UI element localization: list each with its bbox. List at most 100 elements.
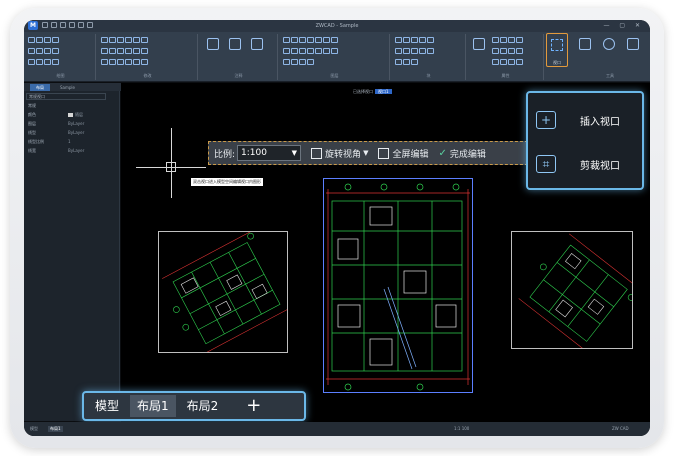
viewport-button-label: 视口 bbox=[553, 60, 561, 65]
viewport-edit-toolbar: 比例: 1:100 ▼ 旋转视角 ▼ 全屏编辑 ✓ 完成编辑 bbox=[208, 141, 528, 165]
status-bar: 模型 布局1 1:1 100 ZW CAD bbox=[24, 422, 650, 436]
match-properties-icon[interactable] bbox=[470, 38, 488, 52]
property-key: 图层 bbox=[28, 121, 36, 126]
linetype-selector[interactable] bbox=[492, 48, 524, 54]
property-row[interactable]: 线型 ByLayer bbox=[26, 130, 116, 137]
table-tool-icon[interactable] bbox=[248, 38, 266, 52]
finish-edit-label: 完成编辑 bbox=[449, 149, 486, 160]
chevron-down-icon: ▼ bbox=[363, 149, 369, 157]
title-bar: M ZWCAD - Sample — ▢ ✕ bbox=[24, 20, 650, 32]
clip-viewport-button[interactable]: ⌗ 剪裁视口 bbox=[536, 149, 636, 179]
settings-gear-icon[interactable] bbox=[600, 38, 618, 52]
property-row[interactable]: 线宽 ByLayer bbox=[26, 148, 116, 155]
ribbon-group-properties: 属性 bbox=[468, 34, 544, 80]
property-value: ByLayer bbox=[68, 130, 85, 135]
lineweight-selector[interactable] bbox=[492, 59, 524, 65]
insert-viewport-button[interactable]: + 插入视口 bbox=[536, 105, 636, 135]
color-selector[interactable] bbox=[492, 37, 524, 43]
status-coordinates: 1:1 100 bbox=[454, 426, 470, 431]
ribbon-group-label: 图层 bbox=[330, 73, 339, 78]
chevron-down-icon: ▼ bbox=[291, 149, 298, 157]
viewport-right[interactable] bbox=[511, 231, 633, 349]
rotate-view-label: 旋转视角 bbox=[325, 149, 362, 160]
text-tool-icon[interactable] bbox=[204, 38, 222, 52]
viewport-status-value: 视口1 bbox=[375, 89, 392, 94]
section-label: 常规 bbox=[28, 103, 36, 108]
crosshair-pickbox bbox=[166, 162, 176, 172]
app-screen: M ZWCAD - Sample — ▢ ✕ 绘图 修改 注释 图层 块 属性 … bbox=[24, 20, 650, 436]
object-type-dropdown[interactable]: 常规视口 bbox=[26, 93, 106, 100]
rotate-view-button[interactable]: 旋转视角 ▼ bbox=[311, 147, 368, 160]
customize-tool-icon[interactable] bbox=[624, 38, 642, 52]
property-key: 线型比例 bbox=[28, 139, 44, 144]
property-row[interactable]: 图层 ByLayer bbox=[26, 121, 116, 128]
device-frame: M ZWCAD - Sample — ▢ ✕ 绘图 修改 注释 图层 块 属性 … bbox=[10, 8, 664, 448]
tab-layout[interactable]: 布局 bbox=[30, 84, 50, 91]
window-controls[interactable]: — ▢ ✕ bbox=[603, 22, 644, 29]
rotate-tool-icon[interactable] bbox=[101, 59, 149, 65]
edit-block-icon[interactable] bbox=[395, 59, 419, 65]
ribbon-group-label: 块 bbox=[426, 73, 431, 78]
finish-edit-button[interactable]: ✓ 完成编辑 bbox=[438, 147, 485, 160]
tab-layout2[interactable]: 布局2 bbox=[180, 395, 226, 417]
status-tab-layout1[interactable]: 布局1 bbox=[48, 426, 63, 432]
property-row[interactable]: 线型比例 1 bbox=[26, 139, 116, 146]
clip-viewport-icon: ⌗ bbox=[536, 155, 556, 173]
property-value-text: 随层 bbox=[75, 112, 83, 117]
ribbon-group-label: 工具 bbox=[606, 73, 614, 78]
property-key: 线宽 bbox=[28, 148, 36, 153]
polyline-tool-icon[interactable] bbox=[28, 48, 60, 54]
property-value: 随层 bbox=[68, 112, 83, 118]
properties-section-header[interactable]: 常规 bbox=[26, 103, 116, 110]
copy-tool-icon[interactable] bbox=[101, 48, 149, 54]
ribbon-group-tools: 工具 bbox=[572, 34, 648, 80]
ribbon-group-modify: 修改 bbox=[98, 34, 198, 80]
ribbon-group-label: 绘图 bbox=[56, 73, 65, 78]
scale-select[interactable]: 1:100 ▼ bbox=[237, 145, 302, 161]
layer-state-icon[interactable] bbox=[283, 48, 339, 54]
fullscreen-edit-button[interactable]: 全屏编辑 bbox=[378, 147, 428, 160]
viewport-ribbon-button[interactable]: 视口 bbox=[546, 33, 568, 67]
checkmark-icon: ✓ bbox=[438, 147, 447, 159]
tab-layout1[interactable]: 布局1 bbox=[130, 395, 176, 417]
create-block-icon[interactable] bbox=[395, 48, 435, 54]
tab-model[interactable]: 模型 bbox=[88, 395, 126, 417]
viewport-active[interactable] bbox=[323, 178, 473, 393]
layer-match-icon[interactable] bbox=[283, 59, 315, 65]
line-tool-icon[interactable] bbox=[28, 37, 60, 43]
dimension-tool-icon[interactable] bbox=[226, 38, 244, 52]
status-tab-model[interactable]: 模型 bbox=[30, 426, 38, 432]
viewport-icon bbox=[551, 39, 563, 51]
fullscreen-icon bbox=[378, 147, 390, 159]
measure-tool-icon[interactable] bbox=[576, 38, 594, 52]
arc-tool-icon[interactable] bbox=[28, 59, 60, 65]
window-title: ZWCAD - Sample bbox=[315, 23, 359, 29]
property-value: ByLayer bbox=[68, 148, 85, 153]
ribbon: 绘图 修改 注释 图层 块 属性 视口 工具 bbox=[24, 32, 650, 82]
property-key: 颜色 bbox=[28, 112, 36, 117]
ribbon-group-draw: 绘图 bbox=[26, 34, 96, 80]
properties-panel: 常规视口 常规 颜色 随层 图层 ByLayer 线型 ByLayer 线型比例… bbox=[24, 91, 120, 421]
tab-sample[interactable]: Sample bbox=[54, 84, 81, 91]
ribbon-group-annotate: 注释 bbox=[200, 34, 278, 80]
property-key: 线型 bbox=[28, 130, 36, 135]
scale-value: 1:100 bbox=[241, 148, 267, 158]
rotate-view-icon bbox=[311, 147, 323, 159]
insert-block-icon[interactable] bbox=[395, 37, 435, 43]
color-swatch bbox=[68, 113, 73, 117]
viewport-left[interactable] bbox=[158, 231, 288, 353]
property-value: 1 bbox=[68, 139, 71, 144]
layout-tabs: 模型 布局1 布局2 + bbox=[82, 391, 306, 421]
property-row[interactable]: 颜色 随层 bbox=[26, 112, 116, 119]
ribbon-group-block: 块 bbox=[392, 34, 466, 80]
scale-label: 比例: bbox=[214, 149, 236, 160]
move-tool-icon[interactable] bbox=[101, 37, 149, 43]
floor-plan-drawing bbox=[326, 183, 470, 391]
insert-viewport-icon: + bbox=[536, 111, 556, 129]
insert-viewport-label: 插入视口 bbox=[580, 116, 620, 128]
clip-viewport-label: 剪裁视口 bbox=[580, 160, 620, 172]
add-layout-button[interactable]: + bbox=[239, 395, 268, 417]
layer-tool-icon[interactable] bbox=[283, 37, 339, 43]
fullscreen-edit-label: 全屏编辑 bbox=[392, 149, 429, 160]
ribbon-group-label: 注释 bbox=[234, 73, 243, 78]
